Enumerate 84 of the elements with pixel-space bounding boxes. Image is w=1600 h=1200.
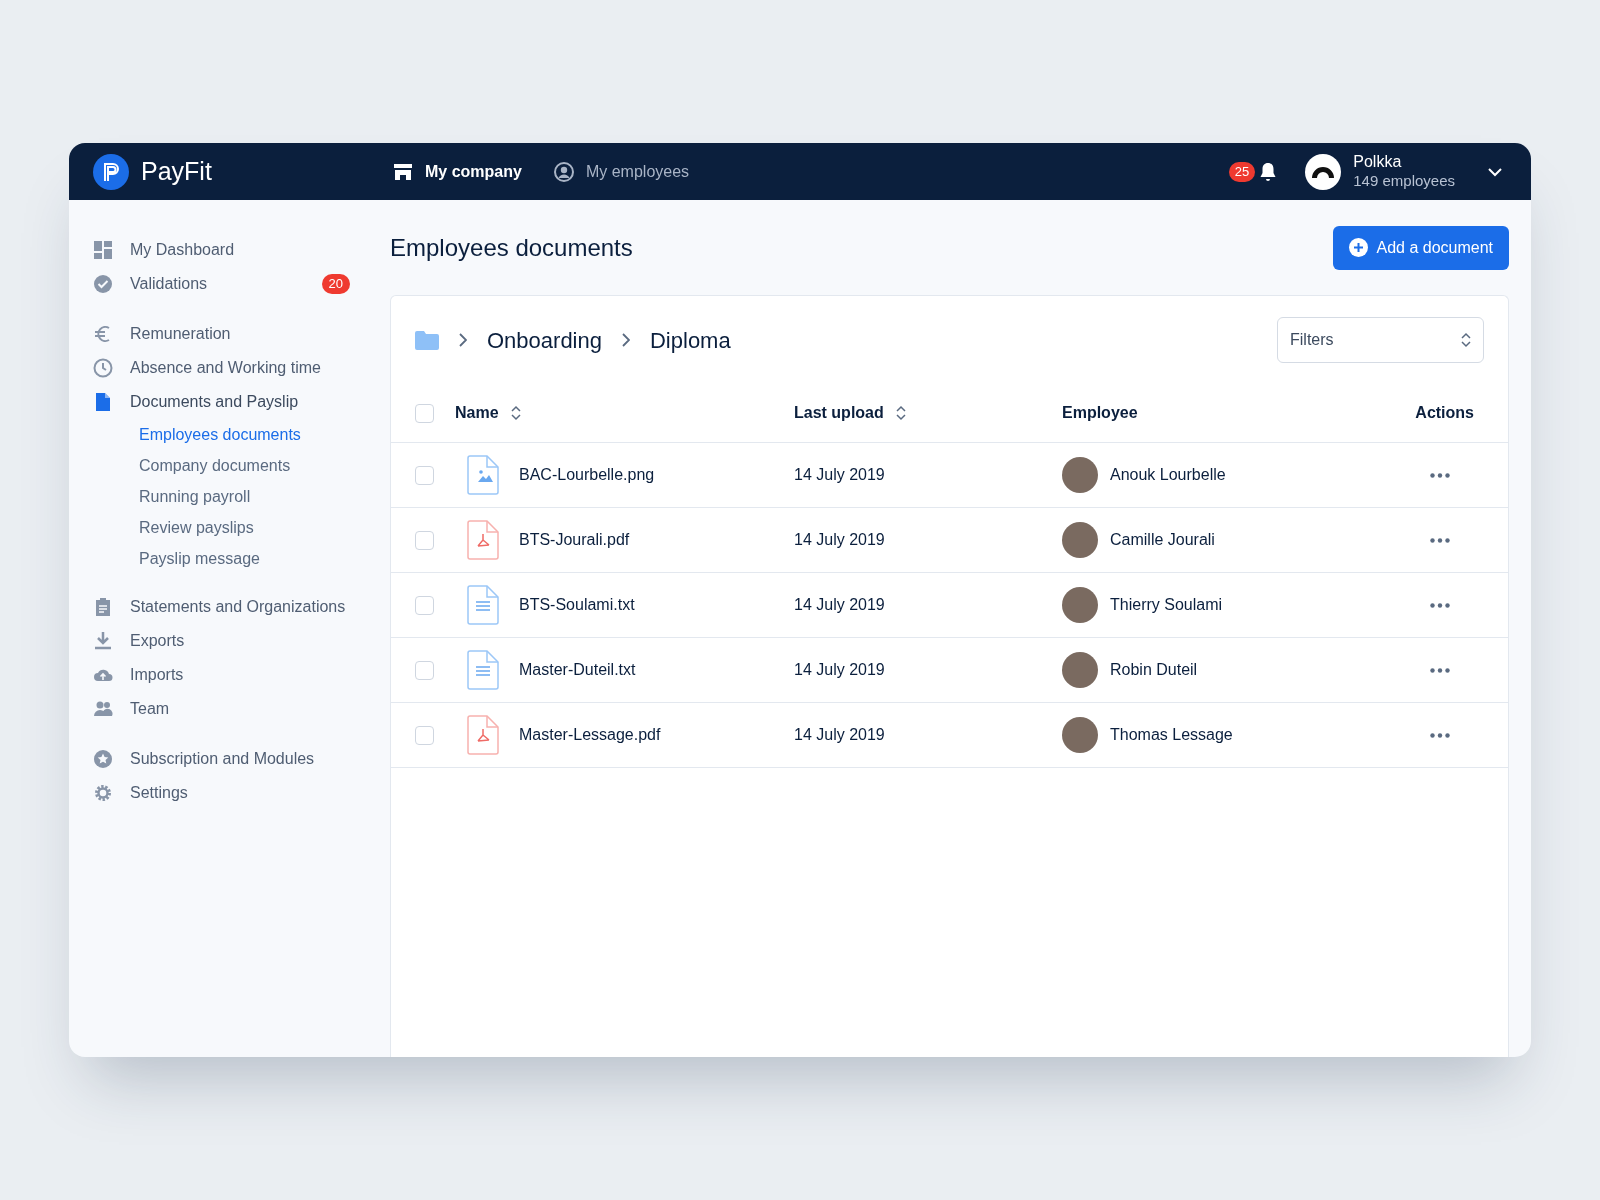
column-header: Employee: [1062, 403, 1138, 423]
count-badge: 20: [321, 274, 350, 294]
check-circle-icon: [93, 274, 113, 294]
sidebar-subitem[interactable]: Company documents: [93, 450, 350, 481]
avatar: [1062, 587, 1098, 623]
clock-icon: [93, 358, 113, 378]
more-icon[interactable]: [1430, 472, 1450, 478]
add-document-button[interactable]: Add a document: [1333, 225, 1509, 270]
sidebar-item[interactable]: Remuneration: [93, 317, 350, 351]
sidebar-subitem[interactable]: Running payroll: [93, 481, 350, 512]
column-header: Actions: [1415, 403, 1474, 423]
page-title: Employees documents: [390, 232, 633, 263]
sidebar-item[interactable]: Absence and Working time: [93, 351, 350, 385]
breadcrumb-link[interactable]: Onboarding: [487, 323, 602, 357]
avatar: [1062, 717, 1098, 753]
sidebar-item[interactable]: Settings: [93, 776, 350, 810]
sidebar-item[interactable]: Imports: [93, 658, 350, 692]
company-avatar[interactable]: [1305, 153, 1342, 190]
sidebar-item[interactable]: Subscription and Modules: [93, 742, 350, 776]
checkbox[interactable]: [415, 660, 434, 680]
more-icon[interactable]: [1430, 732, 1450, 738]
plus-circle-icon: [1349, 238, 1369, 257]
chevron-right-icon: [622, 333, 630, 347]
clipboard-icon: [93, 597, 113, 617]
checkbox[interactable]: [415, 595, 434, 615]
employee-name: Camille Jourali: [1110, 530, 1215, 550]
column-header[interactable]: Name: [455, 401, 499, 425]
more-icon[interactable]: [1430, 602, 1450, 608]
filters-dropdown[interactable]: Filters: [1277, 317, 1484, 363]
checkbox[interactable]: [415, 403, 434, 423]
checkbox[interactable]: [415, 725, 434, 745]
avatar: [1062, 457, 1098, 493]
chevron-down-icon[interactable]: [1487, 166, 1503, 177]
avatar: [1062, 652, 1098, 688]
users-icon: [93, 699, 113, 719]
upload-date: 14 July 2019: [794, 531, 885, 548]
file-name-link[interactable]: Master-Duteil.txt: [519, 658, 636, 682]
employee-name: Anouk Lourbelle: [1110, 465, 1226, 485]
sidebar-subitem[interactable]: Payslip message: [93, 543, 350, 574]
more-icon[interactable]: [1430, 667, 1450, 673]
settings-icon: [93, 783, 113, 803]
nav-tab[interactable]: My company: [393, 159, 522, 184]
sidebar-subitem[interactable]: Review payslips: [93, 512, 350, 543]
download-icon: [93, 631, 113, 651]
upload-date: 14 July 2019: [794, 661, 885, 678]
document-icon: [93, 392, 113, 412]
dashboard-icon: [93, 240, 113, 260]
employee-name: Thomas Lessage: [1110, 725, 1233, 745]
upload-date: 14 July 2019: [794, 466, 885, 483]
notification-badge: 25: [1228, 161, 1256, 182]
sidebar-item[interactable]: Exports: [93, 624, 350, 658]
sort-icon[interactable]: [510, 405, 521, 421]
account-subtitle: 149 employees: [1353, 172, 1455, 191]
logo-icon: [93, 153, 129, 190]
sort-icon: [1461, 332, 1471, 348]
logo-text: PayFit: [141, 155, 212, 187]
file-name-link[interactable]: Master-Lessage.pdf: [519, 723, 661, 747]
avatar: [1062, 522, 1098, 558]
sidebar-item[interactable]: Team: [93, 692, 350, 726]
breadcrumb-link[interactable]: Diploma: [650, 323, 731, 357]
file-name-link[interactable]: BTS-Soulami.txt: [519, 593, 635, 617]
user-circle-icon: [553, 161, 574, 182]
sort-icon[interactable]: [895, 405, 906, 421]
file-name-link[interactable]: BAC-Lourbelle.png: [519, 463, 655, 487]
employee-name: Thierry Soulami: [1110, 595, 1223, 615]
upload-date: 14 July 2019: [794, 596, 885, 613]
sidebar-subitem[interactable]: Employees documents: [93, 419, 350, 450]
account-name: Polkka: [1353, 152, 1403, 173]
star-circle-icon: [93, 749, 113, 769]
checkbox[interactable]: [415, 465, 434, 485]
chevron-right-icon: [459, 333, 467, 347]
upload-date: 14 July 2019: [794, 726, 885, 743]
store-icon: [393, 162, 413, 181]
sidebar-item[interactable]: My Dashboard: [93, 233, 350, 267]
nav-tab[interactable]: My employees: [553, 159, 690, 184]
checkbox[interactable]: [415, 530, 434, 550]
bell-icon[interactable]: [1259, 161, 1278, 182]
sidebar-item[interactable]: Validations 20: [93, 267, 350, 301]
more-icon[interactable]: [1430, 537, 1450, 543]
sidebar-item[interactable]: Statements and Organizations: [93, 590, 350, 624]
file-name-link[interactable]: BTS-Jourali.pdf: [519, 528, 630, 552]
employee-name: Robin Duteil: [1110, 660, 1198, 680]
column-header[interactable]: Last upload: [794, 401, 884, 425]
sidebar-item[interactable]: Documents and Payslip: [93, 385, 350, 419]
